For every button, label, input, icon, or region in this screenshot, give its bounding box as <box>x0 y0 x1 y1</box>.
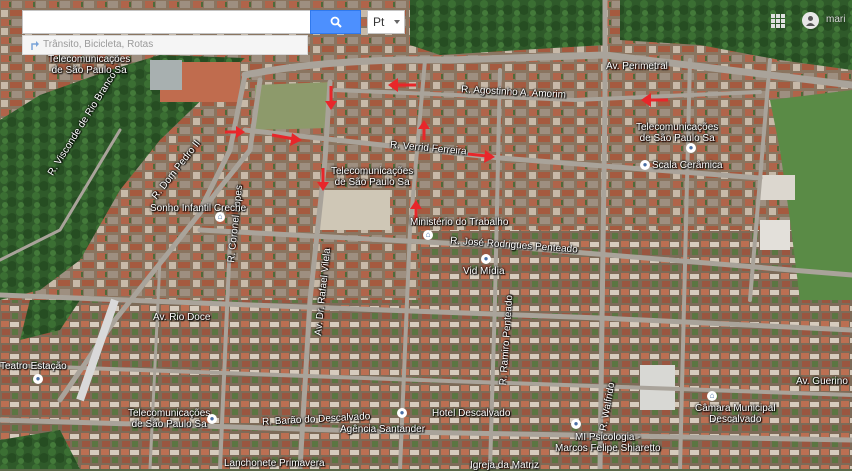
theater-icon[interactable]: ● <box>33 374 45 385</box>
place-pin-icon-sw[interactable]: ● <box>207 414 219 425</box>
shop-pin-icon[interactable]: ● <box>481 254 493 265</box>
shop-icon: ● <box>640 160 650 171</box>
poi-teatro[interactable]: Teatro Estação <box>0 361 67 372</box>
account-name[interactable]: mari <box>826 14 845 25</box>
place-pin-icon[interactable]: ● <box>686 143 698 154</box>
poi-igreja[interactable]: Igreja da Matriz <box>470 460 539 471</box>
language-value: Pt <box>373 15 385 29</box>
poi-telecom-nw[interactable]: Telecomunicações de São Paulo Sa <box>48 54 130 76</box>
health-icon[interactable]: ● <box>571 419 583 430</box>
search-button[interactable] <box>310 10 361 34</box>
street-label-rio-doce: Av. Rio Doce <box>153 312 211 323</box>
directions-icon <box>31 41 39 50</box>
directions-text: Trânsito, Bicicleta, Rotas <box>43 39 154 50</box>
user-icon <box>806 16 815 26</box>
poi-telecom-sw[interactable]: Telecomunicações de São Paulo Sa <box>128 408 210 430</box>
chevron-down-icon <box>394 20 400 24</box>
poi-vid[interactable]: Vid Mídia <box>463 266 505 277</box>
city-hall-icon[interactable]: ⌂ <box>707 391 719 402</box>
poi-camara[interactable]: Câmara Municipal Descalvado <box>695 403 776 425</box>
poi-scala[interactable]: ● Scala Cerâmica <box>640 160 723 171</box>
government-icon[interactable]: ⌂ <box>423 230 435 241</box>
school-icon[interactable]: ⌂ <box>215 212 227 223</box>
poi-telecom-ne[interactable]: Telecomunicações de São Paulo Sa <box>636 122 718 144</box>
hotel-icon[interactable]: ● <box>397 408 409 419</box>
street-label-perimetral: Av. Perimetral <box>606 61 668 72</box>
search-box[interactable] <box>22 10 310 34</box>
street-label-guerino: Av. Guerino <box>796 376 848 387</box>
search-input[interactable] <box>23 11 310 33</box>
apps-grid-icon[interactable] <box>771 14 785 28</box>
account-button[interactable] <box>802 12 819 29</box>
poi-ministerio[interactable]: Ministério do Trabalho <box>410 217 508 228</box>
language-select[interactable]: Pt <box>367 10 405 34</box>
poi-telecom-center[interactable]: Telecomunicações de São Paulo Sa <box>331 166 413 188</box>
poi-sonho[interactable]: Sonho Infantil Creche <box>150 203 246 214</box>
poi-agencia[interactable]: Agência Santander <box>340 424 425 435</box>
search-icon <box>330 16 342 28</box>
poi-hotel[interactable]: Hotel Descalvado <box>432 408 510 419</box>
directions-bar[interactable]: Trânsito, Bicicleta, Rotas <box>22 35 308 55</box>
poi-mi-psicologia[interactable]: MI Psicologia - Marcos Felipe Shiaretto <box>555 432 661 454</box>
poi-lanchonete[interactable]: Lanchonete Primavera <box>224 458 325 469</box>
